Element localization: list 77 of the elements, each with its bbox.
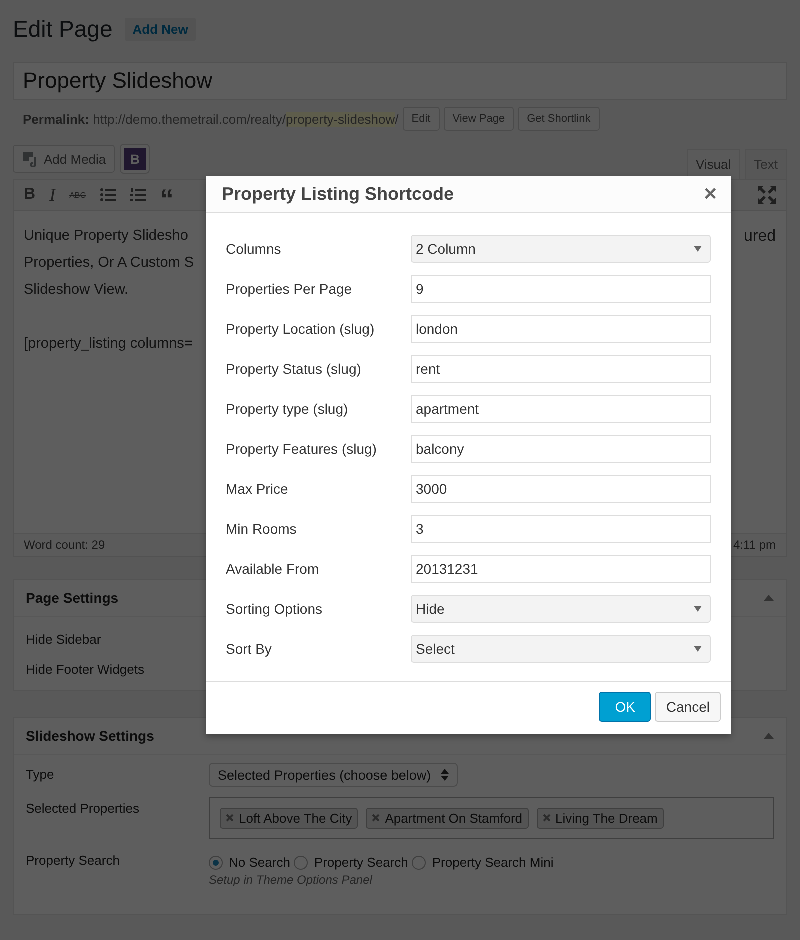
editor-text: Unique Property Slidesho bbox=[24, 228, 188, 244]
input-field[interactable]: rent bbox=[411, 355, 711, 383]
quote-button[interactable]: “ bbox=[160, 186, 174, 214]
field-label: Property Location (slug) bbox=[226, 321, 376, 337]
type-select[interactable]: Selected Properties (choose below) bbox=[209, 763, 458, 787]
setting-label: Selected Properties bbox=[26, 800, 140, 818]
radio-label: Property Search Mini bbox=[432, 855, 554, 870]
remove-icon[interactable] bbox=[372, 814, 380, 822]
property-tag: Living The Dream bbox=[536, 808, 664, 828]
bullet-list-icon[interactable] bbox=[100, 188, 116, 202]
collapse-icon[interactable] bbox=[764, 733, 774, 739]
field-label: Min Rooms bbox=[226, 521, 298, 537]
select-field[interactable]: Hide bbox=[411, 595, 711, 623]
radio-button[interactable] bbox=[294, 856, 308, 870]
field-label: Sorting Options bbox=[226, 601, 324, 617]
dialog-title: Property Listing Shortcode bbox=[222, 184, 454, 204]
input-field[interactable]: 3000 bbox=[411, 475, 711, 503]
editor-text: Properties, Or A Custom S bbox=[24, 255, 194, 271]
permalink-button[interactable]: View Page bbox=[444, 107, 514, 131]
property-tag: Apartment On Stamford bbox=[366, 808, 528, 828]
editor-tab[interactable]: Visual bbox=[686, 149, 740, 179]
properties-field[interactable]: Loft Above The City Apartment On Stamford Living The Dream bbox=[209, 797, 774, 839]
caret-icon bbox=[694, 246, 702, 252]
field-label: Columns bbox=[226, 241, 282, 257]
editor-text: Slideshow View. bbox=[24, 282, 129, 298]
panel-title: Page Settings bbox=[26, 590, 119, 606]
field-label: Property type (slug) bbox=[226, 401, 350, 417]
field-label: Property Features (slug) bbox=[226, 441, 378, 457]
setting-label: Hide Sidebar bbox=[26, 632, 102, 647]
numbered-list-icon[interactable] bbox=[130, 188, 146, 202]
collapse-icon[interactable] bbox=[764, 595, 774, 601]
setting-label: Property Search bbox=[26, 852, 121, 870]
input-field[interactable]: 9 bbox=[411, 275, 711, 303]
title-field[interactable]: Property Slideshow bbox=[13, 62, 787, 100]
field-label: Max Price bbox=[226, 481, 290, 497]
field-label: Properties Per Page bbox=[226, 281, 354, 297]
ok-button[interactable]: OK bbox=[599, 692, 652, 722]
remove-icon[interactable] bbox=[226, 814, 234, 822]
input-field[interactable]: apartment bbox=[411, 395, 711, 423]
input-field[interactable]: 20131231 bbox=[411, 555, 711, 583]
close-button[interactable]: × bbox=[704, 181, 717, 207]
radio-button[interactable] bbox=[412, 856, 426, 870]
field-label: Sort By bbox=[226, 641, 273, 657]
input-field[interactable]: london bbox=[411, 315, 711, 343]
word-count: Word count: 29 bbox=[24, 537, 106, 554]
input-field[interactable]: balcony bbox=[411, 435, 711, 463]
panel-title: Slideshow Settings bbox=[26, 728, 154, 744]
setting-label: Type bbox=[26, 766, 56, 784]
property-tag: Loft Above The City bbox=[220, 808, 358, 828]
permalink-button[interactable]: Edit bbox=[402, 107, 440, 131]
radio-label: Property Search bbox=[314, 855, 408, 870]
setting-label: Hide Footer Widgets bbox=[26, 662, 144, 677]
plugin-button[interactable]: B bbox=[121, 145, 150, 173]
remove-icon[interactable] bbox=[542, 814, 550, 822]
field-label: Property Status (slug) bbox=[226, 361, 362, 377]
last-edited-time: 4:11 pm bbox=[734, 537, 776, 554]
add-media-button[interactable]: Add Media bbox=[13, 145, 116, 173]
fullscreen-icon[interactable] bbox=[758, 186, 776, 204]
permalink-button[interactable]: Get Shortlink bbox=[518, 107, 600, 131]
editor-text: ured bbox=[744, 227, 776, 247]
radio-button[interactable] bbox=[209, 856, 223, 870]
select-field[interactable]: 2 Column bbox=[411, 235, 711, 263]
bold-button[interactable]: B bbox=[24, 186, 36, 204]
field-label: Available From bbox=[226, 561, 320, 577]
page-title: Edit Page bbox=[13, 16, 113, 42]
hint-text: Setup in Theme Options Panel bbox=[209, 873, 374, 887]
select-field[interactable]: Select bbox=[411, 635, 711, 663]
italic-button[interactable]: I bbox=[50, 184, 56, 206]
caret-icon bbox=[694, 646, 702, 652]
shortcode-text: [property_listing columns= bbox=[24, 336, 193, 352]
cancel-button[interactable]: Cancel bbox=[655, 692, 721, 722]
add-new-button[interactable]: Add New bbox=[124, 18, 196, 40]
radio-label: No Search bbox=[229, 855, 290, 870]
updown-icon bbox=[441, 769, 450, 781]
input-field[interactable]: 3 bbox=[411, 515, 711, 543]
caret-icon bbox=[694, 606, 702, 612]
strikethrough-button[interactable]: ABC bbox=[70, 190, 86, 200]
